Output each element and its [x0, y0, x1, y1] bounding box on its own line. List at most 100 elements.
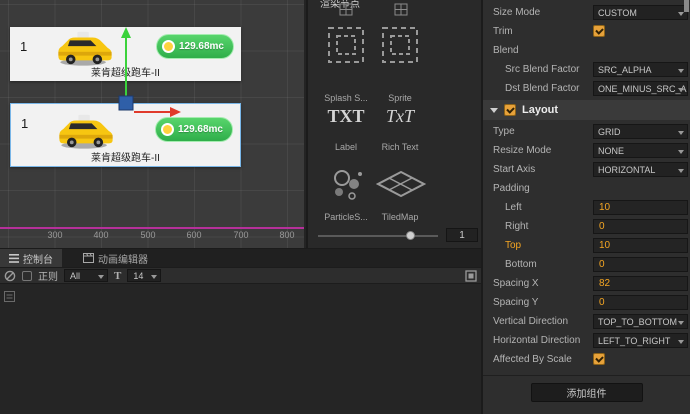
console-list-icon — [9, 254, 19, 263]
console-toolbar: 正则 All T 14 — [0, 267, 481, 284]
slider-track — [318, 235, 438, 237]
src-blend-dropdown[interactable]: SRC_ALPHA — [593, 62, 688, 77]
dst-blend-value: ONE_MINUS_SRC_ALPHA — [598, 84, 688, 94]
layout-enabled-checkbox[interactable] — [504, 104, 516, 116]
editor-window: 1 129.68mc 莱肯超级跑车-II 1 — [0, 0, 690, 414]
horizontal-direction-dropdown[interactable]: LEFT_TO_RIGHT — [593, 333, 688, 348]
guide-line — [0, 227, 304, 229]
spacing-y-input[interactable]: 0 — [593, 295, 688, 310]
padding-top-label: Top — [493, 240, 521, 251]
resize-mode-dropdown[interactable]: NONE — [593, 143, 688, 158]
console-panel: 控制台 动画编辑器 正则 All T — [0, 248, 481, 414]
log-entry-icon[interactable] — [4, 291, 15, 302]
padding-bottom-input[interactable]: 0 — [593, 257, 688, 272]
font-size-icon: T — [114, 270, 121, 282]
vertical-direction-dropdown[interactable]: TOP_TO_BOTTOM — [593, 314, 688, 329]
ruler-tick: 600 — [180, 230, 208, 240]
affected-by-scale-checkbox[interactable] — [593, 353, 605, 365]
type-dropdown[interactable]: GRID — [593, 124, 688, 139]
inspector-scrollbar[interactable] — [684, 0, 689, 12]
size-mode-dropdown[interactable]: CUSTOM — [593, 5, 688, 20]
node-grid-icon[interactable] — [394, 3, 408, 16]
ruler-tick: 700 — [227, 230, 255, 240]
horizontal-direction-label: Horizontal Direction — [493, 335, 580, 346]
font-size-value: 14 — [133, 271, 143, 281]
row-affected-by-scale: Affected By Scale — [483, 350, 690, 369]
item-index: 1 — [21, 116, 28, 131]
tab-animation-editor[interactable]: 动画编辑器 — [74, 249, 157, 267]
src-blend-label: Src Blend Factor — [493, 64, 579, 75]
affected-by-scale-label: Affected By Scale — [493, 354, 572, 365]
row-dst-blend: Dst Blend Factor ONE_MINUS_SRC_ALPHA — [483, 79, 690, 98]
font-size-dropdown[interactable]: 14 — [127, 269, 161, 282]
start-axis-dropdown[interactable]: HORIZONTAL — [593, 162, 688, 177]
padding-bottom-label: Bottom — [493, 259, 537, 270]
splash-sprite-tile-icon[interactable] — [327, 26, 365, 64]
scene-view[interactable]: 1 129.68mc 莱肯超级跑车-II 1 — [0, 0, 304, 248]
src-blend-value: SRC_ALPHA — [598, 65, 652, 75]
row-padding-left: Left 10 — [483, 198, 690, 217]
padding-top-input[interactable]: 10 — [593, 238, 688, 253]
tiledmap-tile-icon[interactable] — [376, 170, 426, 202]
row-horizontal-direction: Horizontal Direction LEFT_TO_RIGHT — [483, 331, 690, 350]
icon-size-slider[interactable] — [318, 233, 438, 239]
tab-console-label: 控制台 — [23, 251, 53, 266]
row-padding-right: Right 0 — [483, 217, 690, 236]
transform-gizmo[interactable] — [100, 25, 190, 130]
layout-section-header[interactable]: Layout — [483, 100, 690, 120]
padding-label: Padding — [493, 183, 530, 194]
padding-right-input[interactable]: 0 — [593, 219, 688, 234]
row-start-axis: Start Axis HORIZONTAL — [483, 160, 690, 179]
particle-tile-icon[interactable] — [326, 164, 368, 206]
sprite-tile-icon[interactable] — [381, 26, 419, 64]
row-size-mode: Size Mode CUSTOM — [483, 3, 690, 22]
ruler-tick: 500 — [134, 230, 162, 240]
tiledmap-tile-label[interactable]: TiledMap — [363, 212, 437, 222]
spacing-y-label: Spacing Y — [493, 297, 538, 308]
row-resize-mode: Resize Mode NONE — [483, 141, 690, 160]
regex-checkbox[interactable] — [22, 271, 32, 281]
richtext-tile-icon[interactable]: TxT — [363, 106, 437, 127]
padding-left-input[interactable]: 10 — [593, 200, 688, 215]
row-padding: Padding — [483, 179, 690, 198]
padding-right-label: Right — [493, 221, 528, 232]
size-mode-label: Size Mode — [493, 7, 540, 18]
layout-section-title: Layout — [522, 104, 558, 116]
node-grid-icon[interactable] — [339, 3, 353, 16]
icon-size-value: 1 — [446, 228, 478, 242]
clear-console-icon[interactable] — [4, 270, 16, 282]
trim-label: Trim — [493, 26, 513, 37]
spacing-x-label: Spacing X — [493, 278, 539, 289]
ruler-tick: 300 — [41, 230, 69, 240]
gizmo-move-handle — [119, 96, 133, 110]
richtext-tile-label[interactable]: Rich Text — [363, 142, 437, 152]
add-component-button[interactable]: 添加组件 — [531, 383, 643, 402]
row-trim: Trim — [483, 22, 690, 41]
node-library-panel: 渲染节点 Splash S... Sprite TXT TxT Label Ri… — [306, 0, 481, 248]
slider-knob[interactable] — [406, 231, 415, 240]
ruler-tick: 800 — [273, 230, 301, 240]
dst-blend-dropdown[interactable]: ONE_MINUS_SRC_ALPHA — [593, 81, 688, 96]
regex-label: 正则 — [38, 268, 58, 283]
tab-console[interactable]: 控制台 — [0, 249, 62, 267]
item-index: 1 — [20, 39, 27, 54]
row-vertical-direction: Vertical Direction TOP_TO_BOTTOM — [483, 312, 690, 331]
spacing-x-input[interactable]: 82 — [593, 276, 688, 291]
console-tabbar: 控制台 动画编辑器 — [0, 249, 481, 267]
row-blend: Blend — [483, 41, 690, 60]
start-axis-value: HORIZONTAL — [598, 165, 655, 175]
trim-checkbox[interactable] — [593, 25, 605, 37]
padding-left-label: Left — [493, 202, 522, 213]
dst-blend-label: Dst Blend Factor — [493, 83, 579, 94]
row-padding-top: Top 10 — [483, 236, 690, 255]
row-src-blend: Src Blend Factor SRC_ALPHA — [483, 60, 690, 79]
row-spacing-y: Spacing Y 0 — [483, 293, 690, 312]
log-filter-dropdown[interactable]: All — [64, 269, 108, 282]
sprite-tile-label[interactable]: Sprite — [363, 93, 437, 103]
panel-menu-icon[interactable] — [465, 270, 477, 282]
blend-label: Blend — [493, 45, 519, 56]
item-name: 莱肯超级跑车-II — [11, 149, 240, 164]
collapse-arrow-icon[interactable] — [490, 108, 498, 113]
horizontal-direction-value: LEFT_TO_RIGHT — [598, 336, 670, 346]
resize-mode-value: NONE — [598, 146, 624, 156]
